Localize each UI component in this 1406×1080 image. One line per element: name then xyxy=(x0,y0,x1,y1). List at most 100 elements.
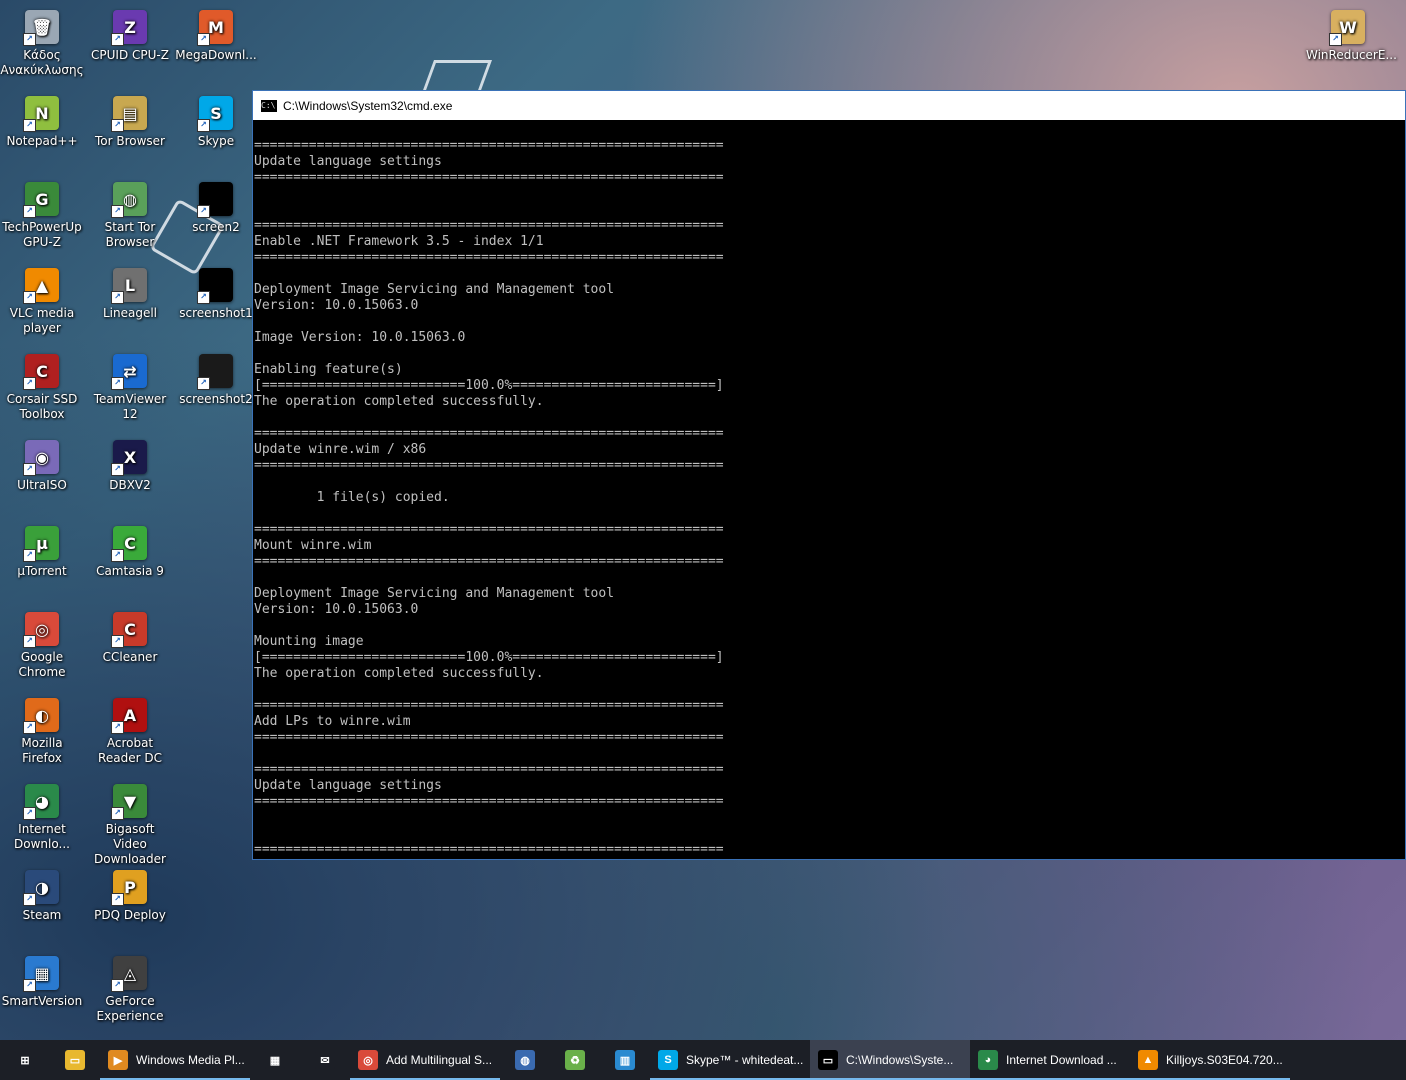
desktop-icon-skype[interactable]: S ↗ Skype xyxy=(174,92,258,149)
taskbar-button-label: Skype™ - whitedeat... xyxy=(686,1053,804,1067)
desktop-icon-chrome[interactable]: ◎ ↗ Google Chrome xyxy=(0,608,84,680)
shortcut-arrow-icon: ↗ xyxy=(197,205,210,218)
console-line: ========================================… xyxy=(254,842,724,857)
desktop-icon-teamviewer[interactable]: ⇄ ↗ TeamViewer 12 xyxy=(88,350,172,422)
shortcut-arrow-icon: ↗ xyxy=(111,33,124,46)
taskbar-button-label: Killjoys.S03E04.720... xyxy=(1166,1053,1283,1067)
desktop-icon-screenshot2[interactable]: ↗ screenshot2 xyxy=(174,350,258,407)
taskbar-button-skype-taskbar[interactable]: S Skype™ - whitedeat... xyxy=(650,1040,810,1080)
taskbar-button-chrome-taskbar[interactable]: ◎ Add Multilingual S... xyxy=(350,1040,500,1080)
desktop-icon-pdq-deploy[interactable]: P ↗ PDQ Deploy xyxy=(88,866,172,923)
shortcut-arrow-icon: ↗ xyxy=(197,291,210,304)
desktop-icon-dbxv2[interactable]: X ↗ DBXV2 xyxy=(88,436,172,493)
desktop-icon-label: Notepad++ xyxy=(6,134,78,148)
taskbar-button-vlc-taskbar[interactable]: ▲ Killjoys.S03E04.720... xyxy=(1130,1040,1290,1080)
desktop-icon-ccleaner[interactable]: C ↗ CCleaner xyxy=(88,608,172,665)
desktop-icon-acrobat[interactable]: A ↗ Acrobat Reader DC xyxy=(88,694,172,766)
shortcut-arrow-icon: ↗ xyxy=(111,979,124,992)
desktop-icon-gpu-z[interactable]: G ↗ TechPowerUp GPU-Z xyxy=(0,178,84,250)
corsair-icon: C ↗ xyxy=(23,354,59,390)
taskbar-button-search-globe[interactable]: ◍ xyxy=(500,1040,550,1080)
desktop-icon-label: Mozilla Firefox xyxy=(21,736,63,765)
desktop-icon-steam[interactable]: ◑ ↗ Steam xyxy=(0,866,84,923)
taskbar-button-cmd-taskbar[interactable]: ▭ C:\Windows\Syste... xyxy=(810,1040,970,1080)
shortcut-arrow-icon: ↗ xyxy=(23,33,36,46)
desktop-icon-recycle-bin[interactable]: 🗑 ↗ Κάδος Ανακύκλωσης xyxy=(0,6,84,78)
console-line: Add LPs to winre.wim xyxy=(254,714,411,729)
desktop-icon-label: Acrobat Reader DC xyxy=(98,736,162,765)
firefox-icon: ◐ ↗ xyxy=(23,698,59,734)
desktop-icon-ultraiso[interactable]: ◉ ↗ UltraISO xyxy=(0,436,84,493)
cmd-icon: C:\ xyxy=(261,99,277,112)
shortcut-arrow-icon: ↗ xyxy=(111,463,124,476)
desktop-icon-cpu-z[interactable]: Z ↗ CPUID CPU-Z xyxy=(88,6,172,63)
desktop-icon-screen2[interactable]: ↗ screen2 xyxy=(174,178,258,235)
desktop-icon-label: Start Tor Browser xyxy=(104,220,156,249)
taskbar-button-store[interactable]: ▦ xyxy=(250,1040,300,1080)
desktop-icon-winreducer[interactable]: W ↗ WinReducerE... xyxy=(1306,6,1397,63)
desktop-icon-utorrent[interactable]: µ ↗ µTorrent xyxy=(0,522,84,579)
desktop-icon-label: TeamViewer 12 xyxy=(93,392,167,421)
shortcut-arrow-icon: ↗ xyxy=(111,377,124,390)
desktop-icon-label: SmartVersion xyxy=(1,994,83,1008)
desktop-icon-geforce[interactable]: ◬ ↗ GeForce Experience xyxy=(88,952,172,1024)
shortcut-arrow-icon: ↗ xyxy=(23,119,36,132)
search-globe-icon: ◍ xyxy=(515,1050,535,1070)
taskbar-button-idm-taskbar[interactable]: ◕ Internet Download ... xyxy=(970,1040,1130,1080)
desktop-icon-start-tor[interactable]: ◍ ↗ Start Tor Browser xyxy=(88,178,172,250)
gpu-z-icon: G ↗ xyxy=(23,182,59,218)
console-line: ========================================… xyxy=(254,138,724,153)
desktop-icon-label: PDQ Deploy xyxy=(94,908,166,922)
taskbar-button-file-explorer[interactable]: ▭ xyxy=(50,1040,100,1080)
bigasoft-icon: ▼ ↗ xyxy=(111,784,147,820)
shortcut-arrow-icon: ↗ xyxy=(197,33,210,46)
lineage-icon: L ↗ xyxy=(111,268,147,304)
desktop-icon-label: Google Chrome xyxy=(18,650,66,679)
cmd-window[interactable]: C:\ C:\Windows\System32\cmd.exe ========… xyxy=(252,90,1406,860)
ccleaner-icon: C ↗ xyxy=(111,612,147,648)
desktop-icon-tor-browser[interactable]: ▤ ↗ Tor Browser xyxy=(88,92,172,149)
desktop-icon-smartversion[interactable]: ▦ ↗ SmartVersion xyxy=(0,952,84,1009)
shortcut-arrow-icon: ↗ xyxy=(111,119,124,132)
shortcut-arrow-icon: ↗ xyxy=(23,807,36,820)
taskbar-button-windows-start[interactable]: ⊞ xyxy=(0,1040,50,1080)
desktop-icon-firefox[interactable]: ◐ ↗ Mozilla Firefox xyxy=(0,694,84,766)
console-line: Version: 10.0.15063.0 xyxy=(254,602,419,617)
geforce-icon: ◬ ↗ xyxy=(111,956,147,992)
desktop-icon-label: Lineagell xyxy=(102,306,158,320)
windows-media-player-icon: ▶ xyxy=(108,1050,128,1070)
console-line: The operation completed successfully. xyxy=(254,394,544,409)
desktop-icon-vlc[interactable]: ▲ ↗ VLC media player xyxy=(0,264,84,336)
console-line: The operation completed successfully. xyxy=(254,666,544,681)
cmd-title-bar[interactable]: C:\ C:\Windows\System32\cmd.exe xyxy=(253,91,1405,120)
notepad-plus-plus-icon: N ↗ xyxy=(23,96,59,132)
desktop-icon-camtasia[interactable]: C ↗ Camtasia 9 xyxy=(88,522,172,579)
idm-taskbar-icon: ◕ xyxy=(978,1050,998,1070)
desktop-icon-idm[interactable]: ◕ ↗ Internet Downlo... xyxy=(0,780,84,852)
desktop-icon-label: screen2 xyxy=(192,220,240,234)
desktop-icon-megadownloader[interactable]: M ↗ MegaDownl... xyxy=(174,6,258,63)
desktop-icon-label: Steam xyxy=(22,908,62,922)
desktop-icon-label: CPUID CPU-Z xyxy=(91,48,169,62)
screen2-icon: ↗ xyxy=(197,182,233,218)
shortcut-arrow-icon: ↗ xyxy=(1329,33,1342,46)
vlc-taskbar-icon: ▲ xyxy=(1138,1050,1158,1070)
desktop-icon-label: screenshot1 xyxy=(179,306,253,320)
building-icon: ▥ xyxy=(615,1050,635,1070)
shortcut-arrow-icon: ↗ xyxy=(23,549,36,562)
desktop-icon-notepad-plus-plus[interactable]: N ↗ Notepad++ xyxy=(0,92,84,149)
taskbar-button-recycle-green[interactable]: ♻ xyxy=(550,1040,600,1080)
desktop-icon-label: CCleaner xyxy=(102,650,158,664)
taskbar-button-building[interactable]: ▥ xyxy=(600,1040,650,1080)
desktop-icon-corsair[interactable]: C ↗ Corsair SSD Toolbox xyxy=(0,350,84,422)
recycle-bin-icon: 🗑 ↗ xyxy=(23,10,59,46)
desktop-icon-lineage[interactable]: L ↗ Lineagell xyxy=(88,264,172,321)
cmd-console-output[interactable]: ========================================… xyxy=(253,120,1405,858)
taskbar-button-mail[interactable]: ✉ xyxy=(300,1040,350,1080)
desktop-icon-screenshot1[interactable]: ↗ screenshot1 xyxy=(174,264,258,321)
taskbar-button-windows-media-player[interactable]: ▶ Windows Media Pl... xyxy=(100,1040,250,1080)
